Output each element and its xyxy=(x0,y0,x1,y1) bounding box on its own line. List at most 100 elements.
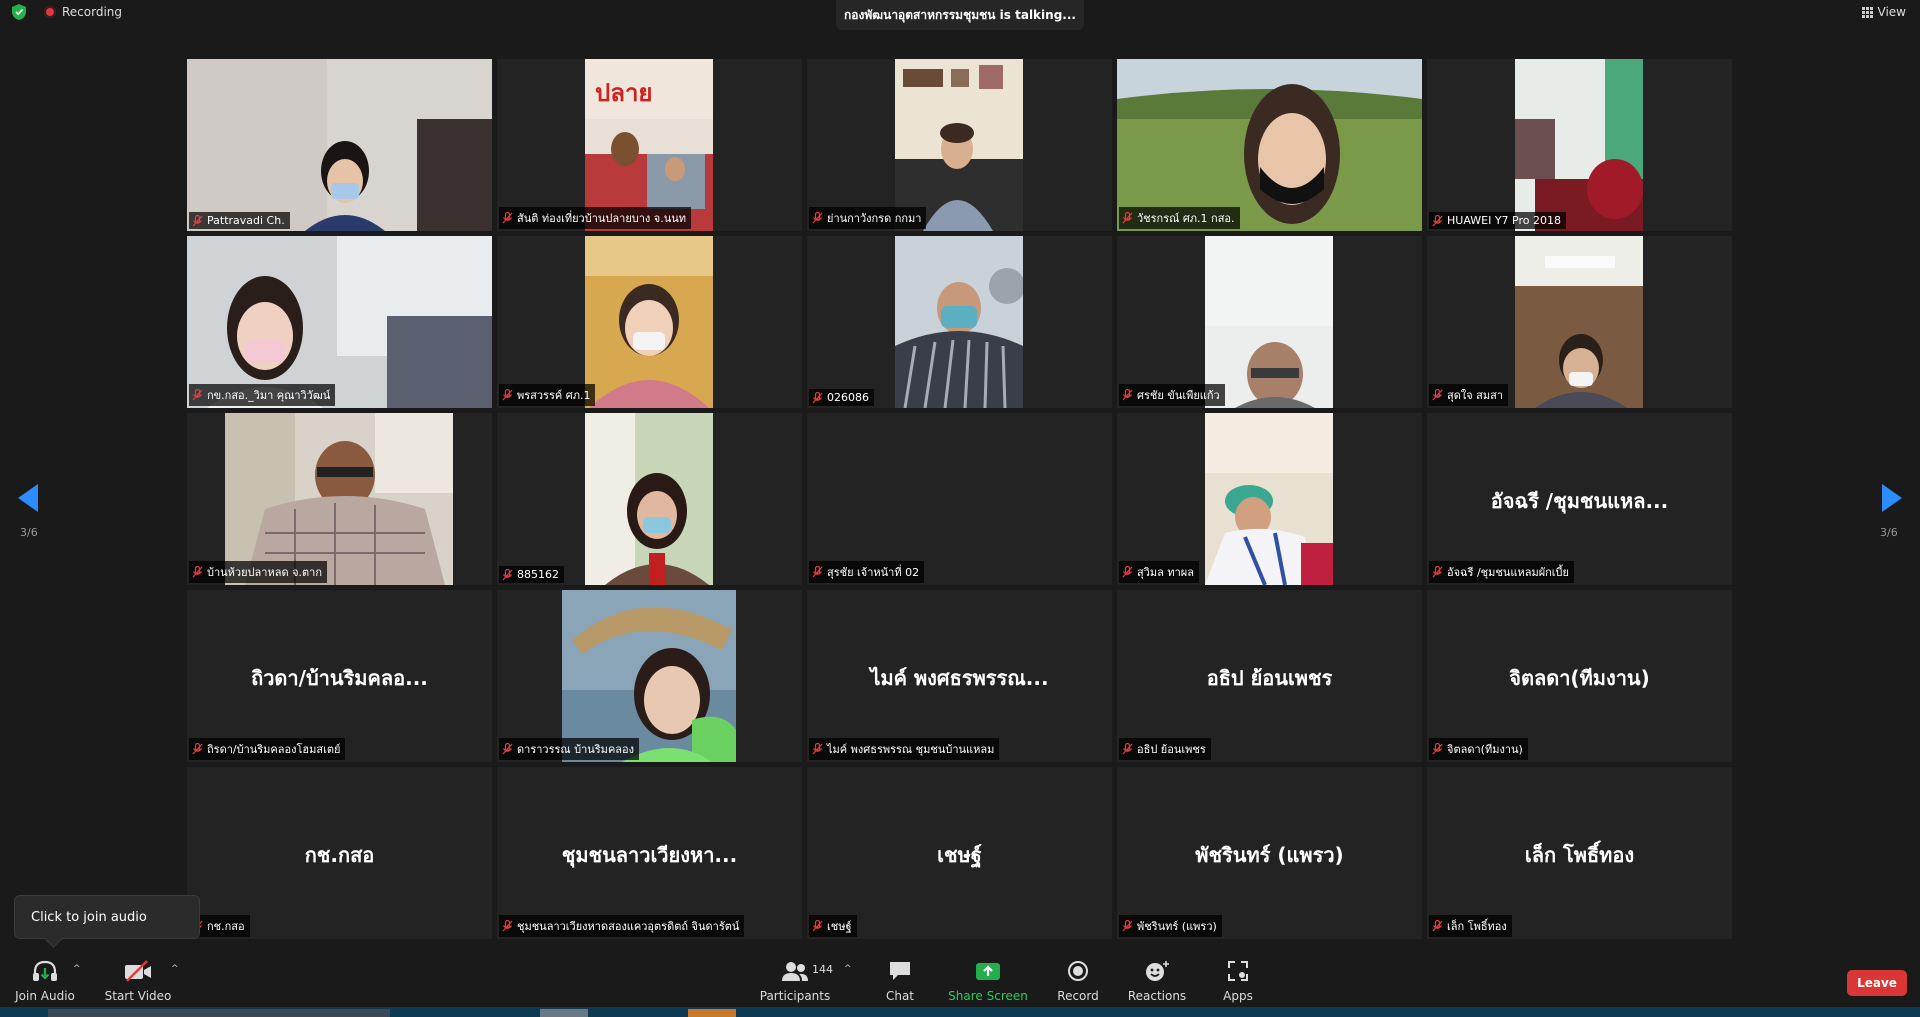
join-audio-button[interactable]: Join Audio xyxy=(14,956,76,1003)
participant-tile[interactable]: ศรชัย ขันเพียแก้ว xyxy=(1117,236,1422,408)
participant-tile[interactable]: เชษฐ์ เชษฐ์ xyxy=(807,767,1112,939)
recording-dot-icon xyxy=(44,6,56,18)
participant-name-label: บ้านห้วยปลาหลด จ.ตาก xyxy=(189,561,328,583)
leave-meeting-button[interactable]: Leave xyxy=(1847,970,1907,996)
muted-mic-icon xyxy=(192,389,203,401)
participant-video xyxy=(187,59,492,231)
muted-mic-icon xyxy=(1122,566,1133,578)
page-indicator-right: 3/6 xyxy=(1880,526,1898,539)
participant-name-label: อธิป ย้อนเพชร xyxy=(1119,738,1211,760)
view-button[interactable]: View xyxy=(1861,4,1906,20)
start-video-button[interactable]: Start Video xyxy=(105,956,171,1003)
participant-name-label: กข.กสอ._วิมา คุณาวิวัฒน์ xyxy=(189,384,336,406)
participant-tile[interactable]: อัจฉรี /ชุมชนแหล... อัจฉรี /ชุมชนแหลมผัก… xyxy=(1427,413,1732,585)
participant-video: ปลาย xyxy=(585,59,713,231)
participant-tile[interactable]: ไมค์ พงศธรพรรณ... ไมค์ พงศธรพรรณ ชุมชนบ้… xyxy=(807,590,1112,762)
participant-tile[interactable]: ดาราวรรณ บ้านริมคลอง xyxy=(497,590,802,762)
chat-bubble-icon xyxy=(890,962,910,980)
participant-tile[interactable]: อธิป ย้อนเพชร อธิป ย้อนเพชร xyxy=(1117,590,1422,762)
participant-name-label: ชุมชนลาวเวียงหาดสองแควอุตรดิตถ์ จินดารัต… xyxy=(499,915,745,937)
active-speaker-banner: กองพัฒนาอุตสาหกรรมชุมชน is talking... xyxy=(836,0,1084,30)
recording-indicator[interactable]: Recording xyxy=(44,4,122,20)
participant-display-name: เชษฐ์ xyxy=(937,843,982,867)
participants-icon xyxy=(782,962,808,981)
taskbar-item[interactable] xyxy=(688,1009,736,1017)
next-page-arrow-icon[interactable] xyxy=(1882,484,1902,512)
svg-text:ปลาย: ปลาย xyxy=(595,79,652,107)
participant-tile[interactable]: ชุมชนลาวเวียงหา... ชุมชนลาวเวียงหาดสองแค… xyxy=(497,767,802,939)
participant-name-label: สุวิมล ทาผล xyxy=(1119,561,1199,583)
participant-tile[interactable]: Pattravadi Ch. xyxy=(187,59,492,231)
participant-name-label: พัชรินทร์ (แพรว) xyxy=(1119,915,1222,937)
muted-mic-icon xyxy=(502,212,513,224)
participant-tile[interactable]: ถิวดา/บ้านริมคลอ... ถิรดา/บ้านริมคลองโฮม… xyxy=(187,590,492,762)
participant-display-name: เล็ก โพธิ์ทอง xyxy=(1524,843,1635,867)
video-off-icon xyxy=(125,960,151,982)
join-audio-label: Join Audio xyxy=(15,989,75,1003)
muted-mic-icon xyxy=(1432,566,1443,578)
record-button[interactable]: Record xyxy=(1054,956,1102,1003)
participant-tile[interactable]: สุดใจ สมสา xyxy=(1427,236,1732,408)
participant-count-badge: 144 xyxy=(812,963,833,976)
participant-tile[interactable]: บ้านห้วยปลาหลด จ.ตาก xyxy=(187,413,492,585)
participant-tile[interactable]: จิตลดา(ทีมงาน) จิตลดา(ทีมงาน) xyxy=(1427,590,1732,762)
participant-tile[interactable]: 026086 xyxy=(807,236,1112,408)
video-options-chevron-icon[interactable]: ^ xyxy=(171,964,179,974)
participant-tile[interactable]: พรสวรรค์ ศภ.1 xyxy=(497,236,802,408)
participant-display-name: ชุมชนลาวเวียงหา... xyxy=(561,843,738,867)
participant-tile[interactable]: เล็ก โพธิ์ทอง เล็ก โพธิ์ทอง xyxy=(1427,767,1732,939)
muted-mic-icon xyxy=(502,743,513,755)
participant-tile[interactable]: HUAWEI Y7 Pro 2018 xyxy=(1427,59,1732,231)
participant-video xyxy=(585,236,713,408)
chat-button[interactable]: Chat xyxy=(880,956,920,1003)
participant-video xyxy=(562,590,736,762)
page-indicator-left: 3/6 xyxy=(20,526,38,539)
muted-mic-icon xyxy=(1122,389,1133,401)
participant-tile[interactable]: กช.กสอ กช.กสอ xyxy=(187,767,492,939)
record-icon xyxy=(1068,961,1088,981)
top-bar: Recording กองพัฒนาอุตสาหกรรมชุมชน is tal… xyxy=(0,0,1920,30)
participants-options-chevron-icon[interactable]: ^ xyxy=(844,964,852,974)
participant-name-label: ศรชัย ขันเพียแก้ว xyxy=(1119,384,1225,406)
previous-page-arrow-icon[interactable] xyxy=(18,484,38,512)
muted-mic-icon xyxy=(192,743,203,755)
share-screen-icon xyxy=(976,963,1000,980)
apps-icon xyxy=(1228,961,1248,981)
muted-mic-icon xyxy=(812,743,823,755)
reactions-smiley-icon xyxy=(1146,961,1169,981)
participant-name-label: ดาราวรรณ บ้านริมคลอง xyxy=(499,738,640,760)
reactions-button[interactable]: Reactions xyxy=(1128,956,1186,1003)
audio-options-chevron-icon[interactable]: ^ xyxy=(73,964,81,974)
muted-mic-icon xyxy=(502,920,513,932)
taskbar-item[interactable] xyxy=(540,1009,588,1017)
apps-button[interactable]: Apps xyxy=(1220,956,1256,1003)
participant-display-name: พัชรินทร์ (แพรว) xyxy=(1195,843,1344,867)
participant-tile[interactable]: พัชรินทร์ (แพรว) พัชรินทร์ (แพรว) xyxy=(1117,767,1422,939)
participant-name-label: ย่านกาวังกรด กกมา xyxy=(809,207,927,229)
chat-label: Chat xyxy=(885,989,915,1003)
participant-tile[interactable]: ปลาย สันติ ท่องเที่ยวบ้านปลายบาง จ.นนท xyxy=(497,59,802,231)
participant-tile[interactable]: สุวิมล ทาผล xyxy=(1117,413,1422,585)
recording-label: Recording xyxy=(62,5,123,19)
share-screen-button[interactable]: Share Screen xyxy=(948,956,1028,1003)
participant-name-label: ไมค์ พงศธรพรรณ ชุมชนบ้านแหลม xyxy=(809,738,1000,760)
participant-tile[interactable]: กข.กสอ._วิมา คุณาวิวัฒน์ xyxy=(187,236,492,408)
view-label: View xyxy=(1877,5,1906,19)
participant-tile[interactable]: ย่านกาวังกรด กกมา xyxy=(807,59,1112,231)
participant-display-name: อัจฉรี /ชุมชนแหล... xyxy=(1490,489,1669,513)
participant-video xyxy=(895,236,1023,408)
muted-mic-icon xyxy=(1122,212,1133,224)
muted-mic-icon xyxy=(192,214,203,226)
participant-name-label: สันติ ท่องเที่ยวบ้านปลายบาง จ.นนท xyxy=(499,207,692,229)
taskbar-item[interactable] xyxy=(48,1009,390,1017)
participant-tile[interactable]: 885162 xyxy=(497,413,802,585)
muted-mic-icon xyxy=(1432,214,1443,226)
participant-tile[interactable]: วัชรกรณ์ ศภ.1 กสอ. xyxy=(1117,59,1422,231)
participant-video xyxy=(225,413,453,585)
participant-video xyxy=(585,413,713,585)
participant-name-label: Pattravadi Ch. xyxy=(189,212,290,229)
security-shield-icon[interactable] xyxy=(12,4,26,20)
participant-tile[interactable]: สุรชัย เจ้าหน้าที่ 02 xyxy=(807,413,1112,585)
participant-video xyxy=(895,59,1023,231)
muted-mic-icon xyxy=(812,212,823,224)
